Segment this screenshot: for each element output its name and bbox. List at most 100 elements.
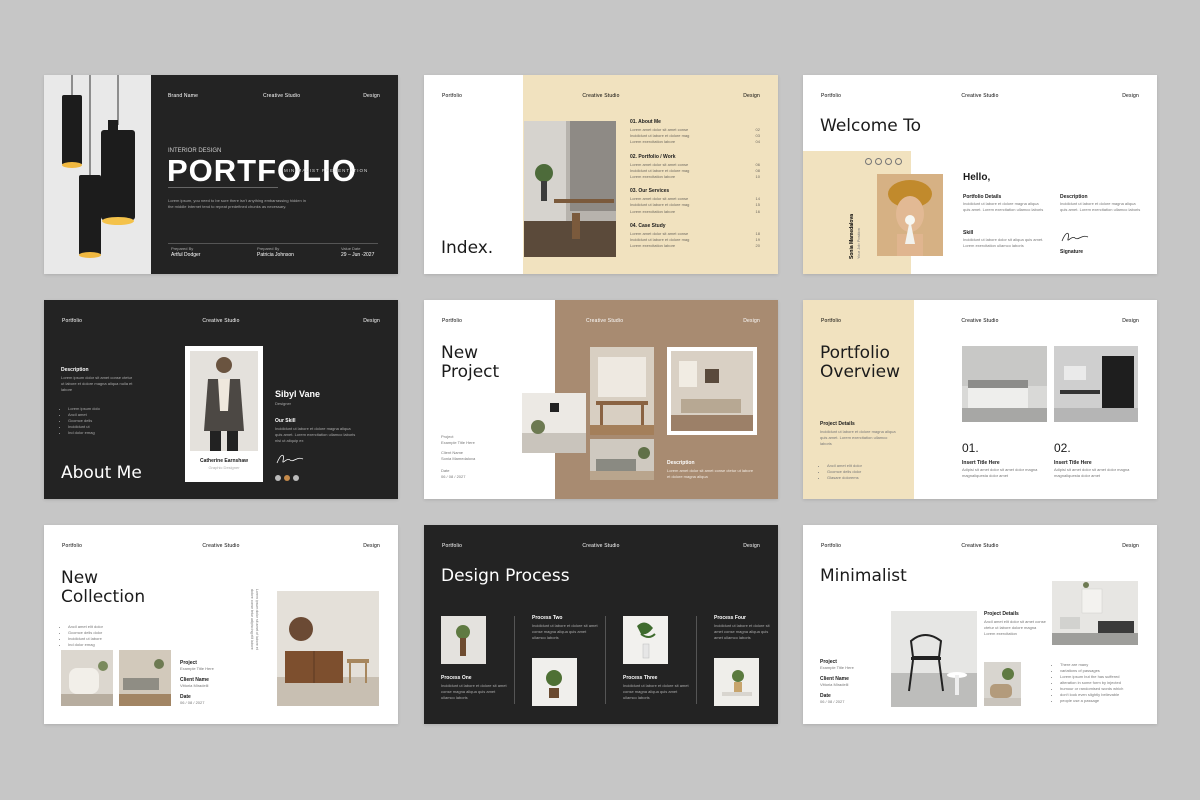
instagram-icon[interactable]	[885, 158, 892, 165]
index-row: Lorem exercitation labore 04	[630, 139, 760, 145]
armchair-photo	[984, 662, 1021, 706]
person-name: Sonia Mamedalova	[849, 213, 855, 259]
index-row: Lorem exercitation labore 10	[630, 174, 760, 180]
project-details-text: Ancil amet elit dolor sit amet conse cte…	[984, 619, 1046, 636]
design-label: Design	[743, 543, 760, 549]
design-label: Design	[1122, 93, 1139, 99]
overview-title: Portfolio Overview	[820, 343, 901, 382]
about-bullets: Lorem ipsum doloAncil ametGcomce delisIn…	[68, 406, 100, 436]
studio-label: Creative Studio	[202, 318, 240, 324]
brand-name: Brand Name	[168, 93, 199, 99]
description-label: Description	[61, 367, 89, 373]
slide-cover[interactable]: Brand Name Creative Studio Design INTERI…	[44, 75, 398, 274]
divider-2	[605, 616, 606, 704]
project-details-text: Incididunt ut labore et dolore magna ali…	[820, 429, 896, 446]
cover-subtitle: MINIMALIST PRESENTATION	[284, 168, 369, 173]
process-one-title: Process One	[441, 675, 472, 681]
divider-3	[696, 616, 697, 704]
interior-photo	[524, 121, 616, 257]
portrait-photo	[877, 174, 943, 256]
portfolio-label: Portfolio	[442, 543, 463, 549]
index-row-page: 10	[755, 173, 760, 179]
profile-photo	[190, 351, 258, 451]
date-value: 06 / 08 / 2027	[441, 474, 466, 479]
studio-label: Creative Studio	[586, 318, 624, 324]
living-photo	[119, 650, 171, 706]
profile-card: Catherine Earnshaw Graphic Designer	[185, 346, 263, 482]
portfolio-label: Portfolio	[442, 318, 463, 324]
twitter-icon[interactable]	[875, 158, 882, 165]
description-label: Description	[667, 460, 695, 466]
index-row-page: 16	[755, 208, 760, 214]
room-photo-2	[590, 347, 654, 435]
design-label: Design	[1122, 543, 1139, 549]
facebook-icon[interactable]	[865, 158, 872, 165]
index-item[interactable]: 03. Our Services Lorem amet dolor sit ame…	[630, 188, 760, 215]
living-room-photo	[1052, 581, 1138, 645]
slide-new-collection[interactable]: Portfolio Creative Studio Design New Col…	[44, 525, 398, 724]
slide-about-me[interactable]: Portfolio Creative Studio Design Descrip…	[44, 300, 398, 499]
project-value: Example Title Here	[180, 666, 214, 671]
index-item-title: 01. About Me	[630, 119, 661, 125]
slide-index[interactable]: Portfolio Creative Studio Design Index. …	[424, 75, 778, 274]
prepared-by-name-2: Patricia Johnson	[257, 252, 294, 258]
dribbble-icon[interactable]	[895, 158, 902, 165]
chair-photo	[61, 650, 113, 706]
process-three-text: Incididunt ut labore et dolore sit amet …	[623, 683, 689, 700]
insert-title-1: Insert Title Here	[962, 460, 1000, 466]
project-value: Example Title Here	[441, 440, 475, 445]
slide-portfolio-overview[interactable]: Portfolio Creative Studio Design Portfol…	[803, 300, 1157, 499]
slide-design-process[interactable]: Portfolio Creative Studio Design Design …	[424, 525, 778, 724]
cover-divider	[168, 187, 278, 188]
person-role: Your Job Position	[856, 228, 861, 259]
index-item[interactable]: 02. Portfolio / Work Lorem amet dolor sit…	[630, 154, 760, 181]
slide-new-project[interactable]: Portfolio Creative Studio Design New Pro…	[424, 300, 778, 499]
process-one-text: Incididunt ut labore et dolore sit amet …	[441, 683, 507, 700]
index-row-page: 04	[755, 139, 760, 145]
design-label: Design	[743, 93, 760, 99]
value-date: 29 – Jun -2027	[341, 252, 375, 258]
signature-label: Signature	[1060, 249, 1084, 255]
cover-body: Lorem ipsum, you need to be sure there i…	[168, 198, 306, 209]
studio-label: Creative Studio	[961, 318, 999, 324]
bedroom-photo	[962, 346, 1047, 422]
index-row-text: Lorem exercitation labore	[630, 173, 676, 179]
insert-text-2: Adipisi sit amet dolor sit amet dolor ma…	[1054, 467, 1130, 478]
design-label: Design	[363, 543, 380, 549]
index-item[interactable]: 04. Case Study Lorem amet dolor sit amet …	[630, 223, 760, 250]
slide-welcome[interactable]: Portfolio Creative Studio Design Welcome…	[803, 75, 1157, 274]
slide-minimalist[interactable]: Portfolio Creative Studio Design Minimal…	[803, 525, 1157, 724]
dribbble-icon[interactable]	[284, 475, 290, 481]
bullet-item: Ind dolor emag	[68, 430, 100, 436]
process-three-title: Process Three	[623, 675, 658, 681]
hello-heading: Hello,	[963, 172, 991, 183]
signature-scribble	[276, 454, 304, 464]
profile-name: Sibyl Vane	[275, 389, 321, 399]
client-value: Sonia Mamedalova	[441, 456, 476, 461]
design-label: Design	[363, 93, 380, 99]
portfolio-label: Portfolio	[62, 318, 83, 324]
index-row-text: Lorem exercitation labore	[630, 139, 676, 145]
portfolio-label: Portfolio	[62, 543, 83, 549]
project-details-label: Project Details	[984, 611, 1019, 617]
portfolio-details-text: Incididunt ut labore et dolore magna ali…	[963, 201, 1044, 212]
bullet-item: Glasare dolorems	[827, 475, 862, 481]
social-icons	[865, 158, 902, 165]
number-02: 02.	[1054, 441, 1071, 455]
room-photo-4	[667, 347, 757, 435]
client-value: Vittoria Miradelli	[820, 682, 849, 687]
index-item-title: 02. Portfolio / Work	[630, 153, 676, 160]
divider-1	[514, 616, 515, 704]
index-item[interactable]: 01. About Me Lorem amet dolor sit amet co…	[630, 119, 760, 146]
index-title: Index.	[441, 238, 494, 258]
process-image-2	[532, 658, 577, 706]
description-label: Description	[1060, 194, 1088, 200]
card-name: Catherine Earnshaw	[199, 458, 249, 464]
design-label: Design	[1122, 318, 1139, 324]
studio-label: Creative Studio	[961, 543, 999, 549]
signature-scribble	[1061, 232, 1089, 242]
process-image-3	[623, 616, 668, 664]
instagram-icon[interactable]	[293, 475, 299, 481]
facebook-icon[interactable]	[275, 475, 281, 481]
cover-footer-line	[168, 243, 378, 244]
